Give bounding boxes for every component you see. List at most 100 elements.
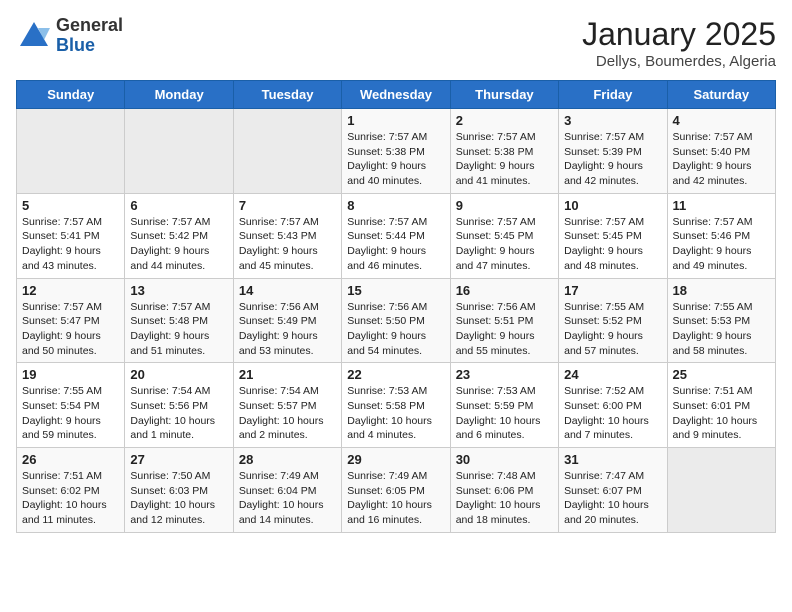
day-content: Sunset: 5:45 PM [564, 229, 661, 244]
day-content: Sunrise: 7:54 AM [130, 384, 227, 399]
day-content: Daylight: 9 hours and 48 minutes. [564, 244, 661, 273]
day-content: Sunset: 5:51 PM [456, 314, 553, 329]
calendar-cell: 20Sunrise: 7:54 AMSunset: 5:56 PMDayligh… [125, 363, 233, 448]
day-content: Daylight: 9 hours and 43 minutes. [22, 244, 119, 273]
day-content: Sunrise: 7:51 AM [22, 469, 119, 484]
calendar-week-row: 26Sunrise: 7:51 AMSunset: 6:02 PMDayligh… [17, 448, 776, 533]
day-content: Sunset: 5:50 PM [347, 314, 444, 329]
day-number: 28 [239, 452, 336, 467]
calendar-cell: 7Sunrise: 7:57 AMSunset: 5:43 PMDaylight… [233, 193, 341, 278]
day-content: Sunset: 5:43 PM [239, 229, 336, 244]
calendar-cell: 28 Sunrise: 7:49 AMSunset: 6:04 PMDayligh… [233, 448, 341, 533]
logo: General Blue [16, 16, 123, 56]
calendar-cell: 14Sunrise: 7:56 AMSunset: 5:49 PMDayligh… [233, 278, 341, 363]
calendar-cell: 9Sunrise: 7:57 AMSunset: 5:45 PMDaylight… [450, 193, 558, 278]
day-content: Daylight: 9 hours and 53 minutes. [239, 329, 336, 358]
day-content: Sunrise: 7:57 AM [22, 300, 119, 315]
weekday-header: Tuesday [233, 81, 341, 109]
logo-text: General Blue [56, 16, 123, 56]
day-number: 21 [239, 367, 336, 382]
calendar-cell: 25Sunrise: 7:51 AMSunset: 6:01 PMDayligh… [667, 363, 775, 448]
day-content: Daylight: 9 hours and 58 minutes. [673, 329, 770, 358]
day-number: 24 [564, 367, 661, 382]
day-content: Sunrise: 7:55 AM [22, 384, 119, 399]
day-content: Sunset: 5:52 PM [564, 314, 661, 329]
day-content: Daylight: 9 hours and 47 minutes. [456, 244, 553, 273]
weekday-header: Sunday [17, 81, 125, 109]
weekday-header: Friday [559, 81, 667, 109]
day-content: Sunrise: 7:57 AM [130, 300, 227, 315]
weekday-header: Monday [125, 81, 233, 109]
day-number: 18 [673, 283, 770, 298]
day-content: Daylight: 9 hours and 54 minutes. [347, 329, 444, 358]
calendar-title: January 2025 [582, 16, 776, 53]
day-content: Sunset: 5:58 PM [347, 399, 444, 414]
day-number: 2 [456, 113, 553, 128]
calendar-cell: 23Sunrise: 7:53 AMSunset: 5:59 PMDayligh… [450, 363, 558, 448]
day-content: Daylight: 9 hours and 42 minutes. [564, 159, 661, 188]
calendar-cell: 5Sunrise: 7:57 AMSunset: 5:41 PMDaylight… [17, 193, 125, 278]
day-content: Sunset: 5:40 PM [673, 145, 770, 160]
day-number: 26 [22, 452, 119, 467]
day-content: Sunset: 6:07 PM [564, 484, 661, 499]
day-content: Sunset: 6:04 PM [239, 484, 336, 499]
day-content: Sunset: 5:45 PM [456, 229, 553, 244]
day-content: Daylight: 9 hours and 55 minutes. [456, 329, 553, 358]
day-content: Sunrise: 7:57 AM [347, 130, 444, 145]
day-number: 11 [673, 198, 770, 213]
day-content: Sunset: 6:05 PM [347, 484, 444, 499]
calendar-cell: 15Sunrise: 7:56 AMSunset: 5:50 PMDayligh… [342, 278, 450, 363]
day-content: Sunrise: 7:55 AM [673, 300, 770, 315]
day-content: Sunset: 5:57 PM [239, 399, 336, 414]
day-content: Sunset: 5:49 PM [239, 314, 336, 329]
day-content: Sunrise: 7:57 AM [673, 215, 770, 230]
day-content: Sunset: 5:41 PM [22, 229, 119, 244]
day-content: Daylight: 10 hours and 7 minutes. [564, 414, 661, 443]
day-content: Daylight: 10 hours and 20 minutes. [564, 498, 661, 527]
calendar-cell: 10Sunrise: 7:57 AMSunset: 5:45 PMDayligh… [559, 193, 667, 278]
day-content: Sunrise: 7:55 AM [564, 300, 661, 315]
day-content: Daylight: 10 hours and 11 minutes. [22, 498, 119, 527]
day-content: Sunset: 5:56 PM [130, 399, 227, 414]
day-content: Sunrise: 7:57 AM [456, 130, 553, 145]
day-number: 9 [456, 198, 553, 213]
day-content: Sunrise: 7:49 AM [239, 469, 336, 484]
calendar-cell: 4Sunrise: 7:57 AMSunset: 5:40 PMDaylight… [667, 109, 775, 194]
day-content: Daylight: 10 hours and 2 minutes. [239, 414, 336, 443]
day-number: 16 [456, 283, 553, 298]
calendar-week-row: 5Sunrise: 7:57 AMSunset: 5:41 PMDaylight… [17, 193, 776, 278]
calendar-cell [233, 109, 341, 194]
day-number: 14 [239, 283, 336, 298]
day-content: Sunrise: 7:48 AM [456, 469, 553, 484]
calendar-cell: 11Sunrise: 7:57 AMSunset: 5:46 PMDayligh… [667, 193, 775, 278]
day-content: Sunset: 5:59 PM [456, 399, 553, 414]
calendar-week-row: 1Sunrise: 7:57 AMSunset: 5:38 PMDaylight… [17, 109, 776, 194]
day-content: Sunrise: 7:53 AM [456, 384, 553, 399]
day-content: Sunset: 5:47 PM [22, 314, 119, 329]
day-content: Daylight: 10 hours and 16 minutes. [347, 498, 444, 527]
calendar-cell: 3Sunrise: 7:57 AMSunset: 5:39 PMDaylight… [559, 109, 667, 194]
day-content: Sunrise: 7:52 AM [564, 384, 661, 399]
calendar-cell: 21 Sunrise: 7:54 AMSunset: 5:57 PMDayligh… [233, 363, 341, 448]
day-number: 8 [347, 198, 444, 213]
calendar-subtitle: Dellys, Boumerdes, Algeria [582, 53, 776, 70]
day-content: Sunrise: 7:51 AM [673, 384, 770, 399]
day-content: Sunrise: 7:57 AM [673, 130, 770, 145]
day-content: Daylight: 9 hours and 44 minutes. [130, 244, 227, 273]
calendar-cell: 12Sunrise: 7:57 AMSunset: 5:47 PMDayligh… [17, 278, 125, 363]
day-content: Daylight: 10 hours and 6 minutes. [456, 414, 553, 443]
calendar-cell: 18Sunrise: 7:55 AMSunset: 5:53 PMDayligh… [667, 278, 775, 363]
calendar-cell: 31Sunrise: 7:47 AMSunset: 6:07 PMDayligh… [559, 448, 667, 533]
day-content: Sunset: 5:54 PM [22, 399, 119, 414]
day-content: Daylight: 10 hours and 14 minutes. [239, 498, 336, 527]
calendar-cell: 6Sunrise: 7:57 AMSunset: 5:42 PMDaylight… [125, 193, 233, 278]
calendar-week-row: 12Sunrise: 7:57 AMSunset: 5:47 PMDayligh… [17, 278, 776, 363]
day-content: Daylight: 9 hours and 51 minutes. [130, 329, 227, 358]
calendar-cell: 2Sunrise: 7:57 AMSunset: 5:38 PMDaylight… [450, 109, 558, 194]
day-content: Daylight: 10 hours and 1 minute. [130, 414, 227, 443]
day-content: Sunrise: 7:54 AM [239, 384, 336, 399]
day-number: 15 [347, 283, 444, 298]
calendar-cell: 1Sunrise: 7:57 AMSunset: 5:38 PMDaylight… [342, 109, 450, 194]
day-content: Daylight: 10 hours and 18 minutes. [456, 498, 553, 527]
day-content: Daylight: 10 hours and 9 minutes. [673, 414, 770, 443]
